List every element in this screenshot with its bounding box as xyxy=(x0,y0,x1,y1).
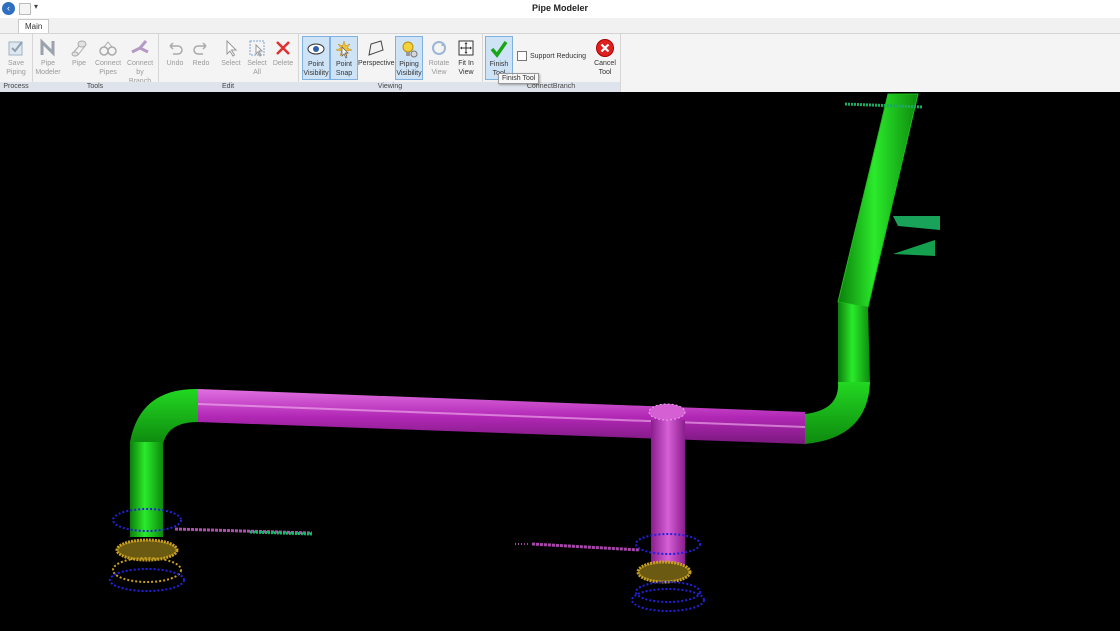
cancel-x-circle-icon xyxy=(596,39,614,57)
pipe-vertical-upper xyxy=(837,93,919,308)
pipe-elbow-left xyxy=(130,388,198,444)
pipe-tee-joint xyxy=(648,403,686,421)
group-process: Save Piping Process xyxy=(0,34,33,92)
delete-x-icon xyxy=(276,41,290,55)
window-title: Pipe Modeler xyxy=(531,3,588,13)
pipe-elbow-right xyxy=(805,382,870,444)
cursor-arrow-icon xyxy=(226,39,238,57)
undo-button[interactable]: Undo xyxy=(161,36,189,80)
connect-pipes-button[interactable]: Connect Pipes xyxy=(94,36,122,80)
point-cloud-scene[interactable] xyxy=(0,92,1120,626)
group-label-process: Process xyxy=(0,82,32,92)
pipe-icon xyxy=(71,40,87,57)
point-snap-icon xyxy=(335,40,353,59)
pipe-modeler-button[interactable]: Pipe Modeler xyxy=(34,36,62,80)
fit-in-view-icon xyxy=(458,40,474,56)
group-label-tools: Tools xyxy=(32,82,158,92)
point-strip-left-green xyxy=(249,530,313,536)
connect-by-branch-icon xyxy=(131,40,149,54)
pipe-tee-branch xyxy=(651,420,685,565)
select-all-button[interactable]: Select All xyxy=(243,36,271,80)
title-bar: ‹ ▾ Pipe Modeler xyxy=(0,0,1120,19)
ribbon-tab-row: Main xyxy=(0,18,1120,34)
connect-pipes-icon xyxy=(99,41,117,56)
redo-icon xyxy=(193,42,207,55)
connect-by-branch-button[interactable]: Connect by Branch xyxy=(125,36,155,85)
pipe-button[interactable]: Pipe xyxy=(65,36,93,80)
tab-main[interactable]: Main xyxy=(18,19,50,34)
perspective-button[interactable]: Perspective xyxy=(358,36,395,80)
rotate-view-button[interactable]: Rotate View xyxy=(425,36,453,80)
group-edit: Undo Redo Select Select All Delete Edit xyxy=(158,34,299,92)
pipe-segment-right xyxy=(838,302,870,384)
save-piping-icon xyxy=(8,41,23,56)
point-snap-button[interactable]: Point Snap xyxy=(330,36,358,80)
delete-button[interactable]: Delete xyxy=(269,36,297,80)
group-label-viewing: Viewing xyxy=(298,82,482,92)
point-visibility-button[interactable]: Point Visibility xyxy=(302,36,330,80)
eye-icon xyxy=(307,43,325,55)
select-button[interactable]: Select xyxy=(217,36,245,80)
group-label-edit: Edit xyxy=(158,82,298,92)
point-strip-right xyxy=(531,542,641,552)
ribbon: Save Piping Process Pipe Modeler Pipe Co… xyxy=(0,33,1120,93)
support-reducing-label: Support Reducing xyxy=(530,52,587,60)
pipe-modeler-icon xyxy=(40,38,55,57)
checkbox-box[interactable] xyxy=(517,51,527,61)
rotate-view-icon xyxy=(432,41,446,55)
finish-tool-tooltip: Finish Tool xyxy=(498,73,540,84)
point-fragment-mid2 xyxy=(893,240,935,256)
perspective-icon xyxy=(368,40,384,56)
group-tools: Pipe Modeler Pipe Connect Pipes Connect … xyxy=(32,34,159,92)
group-viewing: Point Visibility Point Snap Perspective … xyxy=(298,34,483,92)
support-reducing-checkbox[interactable]: Support Reducing xyxy=(517,51,586,61)
piping-visibility-button[interactable]: Piping Visibility xyxy=(395,36,423,80)
save-piping-button[interactable]: Save Piping xyxy=(2,36,30,80)
checkmark-icon xyxy=(490,41,508,58)
undo-icon xyxy=(169,42,183,55)
3d-viewport[interactable] xyxy=(0,92,1120,626)
redo-button[interactable]: Redo xyxy=(187,36,215,80)
select-all-icon xyxy=(249,40,265,57)
pipe-vertical-left xyxy=(130,442,163,537)
point-fragment-mid1 xyxy=(893,216,940,230)
cancel-tool-button[interactable]: Cancel Tool xyxy=(591,36,619,80)
lightbulb-icon xyxy=(402,41,418,58)
fit-in-view-button[interactable]: Fit In View xyxy=(452,36,480,80)
point-strip-left xyxy=(174,527,313,535)
